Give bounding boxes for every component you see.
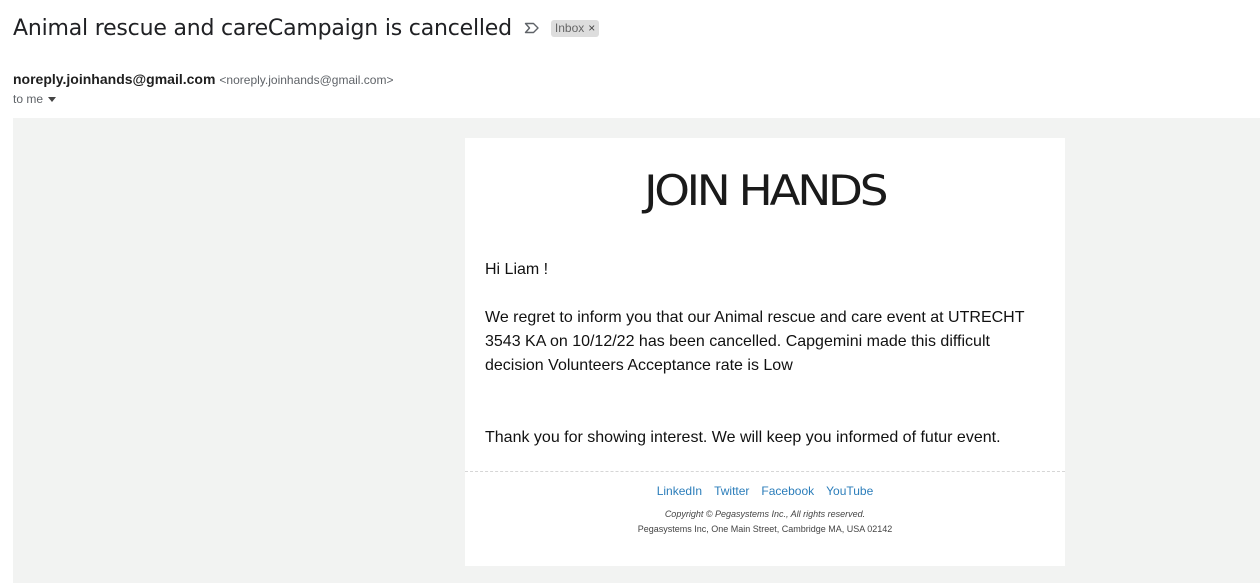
label-text: Inbox: [554, 20, 585, 35]
company-address: Pegasystems Inc, One Main Street, Cambri…: [637, 524, 893, 534]
caret-down-icon[interactable]: [48, 96, 57, 102]
youtube-link[interactable]: YouTube: [826, 484, 873, 498]
copyright-notice: Copyright © Pegasystems Inc., All rights…: [664, 509, 866, 519]
recipient-label: to me: [13, 92, 44, 106]
recipient-details-toggle[interactable]: to me: [13, 92, 57, 106]
sender-email: <noreply.joinhands@gmail.com>: [219, 73, 394, 87]
sender-row: noreply.joinhands@gmail.com <noreply.joi…: [13, 71, 393, 87]
email-subject: Animal rescue and careCampaign is cancel…: [13, 15, 512, 41]
greeting: Hi Liam !: [485, 261, 549, 278]
linkedin-link[interactable]: LinkedIn: [657, 484, 702, 498]
sender-name[interactable]: noreply.joinhands@gmail.com: [13, 71, 215, 87]
email-content-card: JOIN HANDS Hi Liam ! We regret to inform…: [465, 138, 1065, 566]
logo-text: JOIN HANDS: [644, 166, 888, 215]
message-body: Hi Liam ! We regret to inform you that o…: [485, 258, 1045, 450]
footer-divider: [465, 471, 1065, 472]
facebook-link[interactable]: Facebook: [761, 484, 814, 498]
closing-line: Thank you for showing interest. We will …: [485, 429, 1001, 446]
email-subject-row: Animal rescue and careCampaign is cancel…: [13, 12, 600, 44]
social-links: LinkedIn Twitter Facebook YouTube: [465, 484, 1065, 498]
join-hands-logo: JOIN HANDS: [465, 166, 1065, 215]
cancellation-paragraph: We regret to inform you that our Animal …: [485, 309, 1025, 374]
remove-label-icon[interactable]: ×: [588, 22, 595, 34]
inbox-label-chip: Inbox ×: [550, 19, 600, 37]
important-marker-icon[interactable]: [524, 21, 542, 35]
twitter-link[interactable]: Twitter: [714, 484, 749, 498]
